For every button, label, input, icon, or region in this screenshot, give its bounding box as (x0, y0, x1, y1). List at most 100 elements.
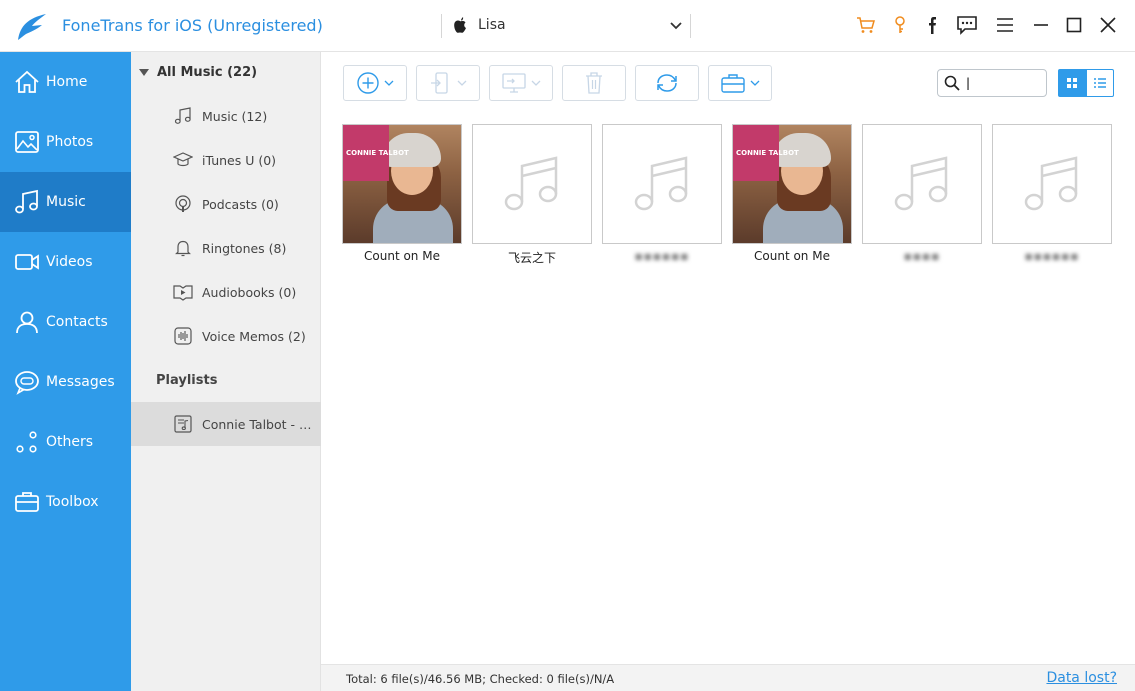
main-content: CONNIE TALBOT Count on Me 飞云之下 ▪▪▪▪▪▪ CO… (321, 52, 1135, 664)
sidebar-item-label: Videos (46, 254, 93, 270)
sidebar-item-toolbox[interactable]: Toolbox (0, 472, 131, 532)
chevron-down-icon (457, 80, 467, 86)
category-music[interactable]: Music (12) (131, 94, 321, 138)
toolbox-icon (13, 488, 41, 516)
album-art: CONNIE TALBOT (732, 124, 852, 244)
refresh-icon (657, 74, 677, 92)
sidebar-item-label: Messages (46, 374, 115, 390)
category-audiobooks[interactable]: Audiobooks (0) (131, 270, 321, 314)
minimize-icon[interactable] (1030, 14, 1052, 36)
home-icon (13, 68, 41, 96)
chat-bubble-icon (13, 368, 41, 396)
category-ringtones[interactable]: Ringtones (8) (131, 226, 321, 270)
list-icon (1094, 78, 1106, 88)
cart-icon[interactable] (855, 14, 877, 36)
music-placeholder-icon (862, 124, 982, 244)
status-text: Total: 6 file(s)/46.56 MB; Checked: 0 fi… (346, 672, 615, 686)
delete-button[interactable] (562, 65, 626, 101)
graduation-cap-icon (173, 150, 193, 170)
all-music-header[interactable]: All Music (22) (139, 65, 257, 80)
feedback-icon[interactable] (956, 14, 978, 36)
sidebar-item-label: Contacts (46, 314, 108, 330)
track-tile[interactable]: ▪▪▪▪ (862, 124, 982, 265)
refresh-button[interactable] (635, 65, 699, 101)
grid-icon (1067, 78, 1077, 88)
category-itunes-u[interactable]: iTunes U (0) (131, 138, 321, 182)
track-tile[interactable]: ▪▪▪▪▪▪ (992, 124, 1112, 265)
device-selector[interactable]: Lisa (452, 14, 688, 38)
chevron-down-icon (531, 80, 541, 86)
category-label: Podcasts (0) (202, 196, 279, 212)
category-label: Voice Memos (2) (202, 328, 306, 344)
sidebar-item-music[interactable]: Music (0, 172, 131, 232)
category-panel: All Music (22) Music (12) iTunes U (0) P… (131, 52, 321, 691)
track-tile[interactable]: CONNIE TALBOT Count on Me (342, 124, 462, 265)
track-tile[interactable]: CONNIE TALBOT Count on Me (732, 124, 852, 265)
playlist-item[interactable]: Connie Talbot - Bea... (131, 402, 321, 446)
album-art: CONNIE TALBOT (342, 124, 462, 244)
sidebar-item-others[interactable]: Others (0, 412, 131, 472)
sidebar-item-label: Others (46, 434, 94, 450)
sidebar-item-photos[interactable]: Photos (0, 112, 131, 172)
audiobook-icon (173, 282, 193, 302)
all-music-label: All Music (22) (157, 65, 258, 80)
podcast-icon (173, 194, 193, 214)
collapse-triangle-icon (139, 69, 149, 76)
sidebar-item-label: Toolbox (46, 494, 99, 510)
export-to-device-button[interactable] (416, 65, 480, 101)
maximize-icon[interactable] (1063, 14, 1085, 36)
search-input[interactable] (966, 74, 1042, 92)
menu-icon[interactable] (994, 14, 1016, 36)
video-camera-icon (13, 248, 41, 276)
sidebar-item-label: Music (46, 194, 86, 210)
dots-icon (13, 428, 41, 456)
category-label: iTunes U (0) (202, 152, 277, 168)
playlist-icon (173, 414, 193, 434)
title-separator (441, 14, 442, 38)
bell-icon (173, 238, 193, 258)
music-placeholder-icon (992, 124, 1112, 244)
data-lost-link[interactable]: Data lost? (1046, 670, 1117, 686)
sidebar-item-videos[interactable]: Videos (0, 232, 131, 292)
facebook-icon[interactable] (922, 14, 944, 36)
title-separator (690, 14, 691, 38)
track-title: ▪▪▪▪▪▪ (1024, 249, 1080, 263)
status-bar: Total: 6 file(s)/46.56 MB; Checked: 0 fi… (321, 664, 1135, 691)
fonetrans-logo-icon (18, 14, 46, 40)
app-title: FoneTrans for iOS (Unregistered) (62, 16, 323, 35)
list-view-button[interactable] (1086, 69, 1114, 97)
sidebar-item-home[interactable]: Home (0, 52, 131, 112)
playlists-header: Playlists (156, 373, 218, 388)
category-label: Audiobooks (0) (202, 284, 297, 300)
plus-circle-icon (357, 72, 379, 94)
sidebar-item-contacts[interactable]: Contacts (0, 292, 131, 352)
photo-icon (13, 128, 41, 156)
export-to-pc-button[interactable] (489, 65, 553, 101)
category-label: Ringtones (8) (202, 240, 287, 256)
track-tile[interactable]: ▪▪▪▪▪▪ (602, 124, 722, 265)
waveform-icon (173, 326, 193, 346)
search-icon (944, 75, 960, 91)
category-voice-memos[interactable]: Voice Memos (2) (131, 314, 321, 358)
category-label: Music (12) (202, 108, 268, 124)
key-icon[interactable] (889, 14, 911, 36)
chevron-down-icon (750, 80, 760, 86)
add-button[interactable] (343, 65, 407, 101)
search-box[interactable] (937, 69, 1047, 97)
album-art-text: CONNIE TALBOT (346, 149, 409, 157)
track-title: ▪▪▪▪ (903, 249, 941, 263)
title-bar: FoneTrans for iOS (Unregistered) Lisa (0, 0, 1135, 52)
grid-view-button[interactable] (1058, 69, 1086, 97)
music-note-icon (173, 106, 193, 126)
track-title: Count on Me (364, 249, 440, 263)
sidebar-nav: Home Photos Music Videos Contacts Messag… (0, 52, 131, 691)
category-podcasts[interactable]: Podcasts (0) (131, 182, 321, 226)
track-tile[interactable]: 飞云之下 (472, 124, 592, 265)
trash-icon (586, 72, 602, 94)
track-title: ▪▪▪▪▪▪ (634, 249, 690, 263)
close-icon[interactable] (1097, 14, 1119, 36)
sidebar-item-messages[interactable]: Messages (0, 352, 131, 412)
chevron-down-icon (670, 22, 682, 30)
toolbox-button[interactable] (708, 65, 772, 101)
apple-icon (454, 17, 466, 33)
